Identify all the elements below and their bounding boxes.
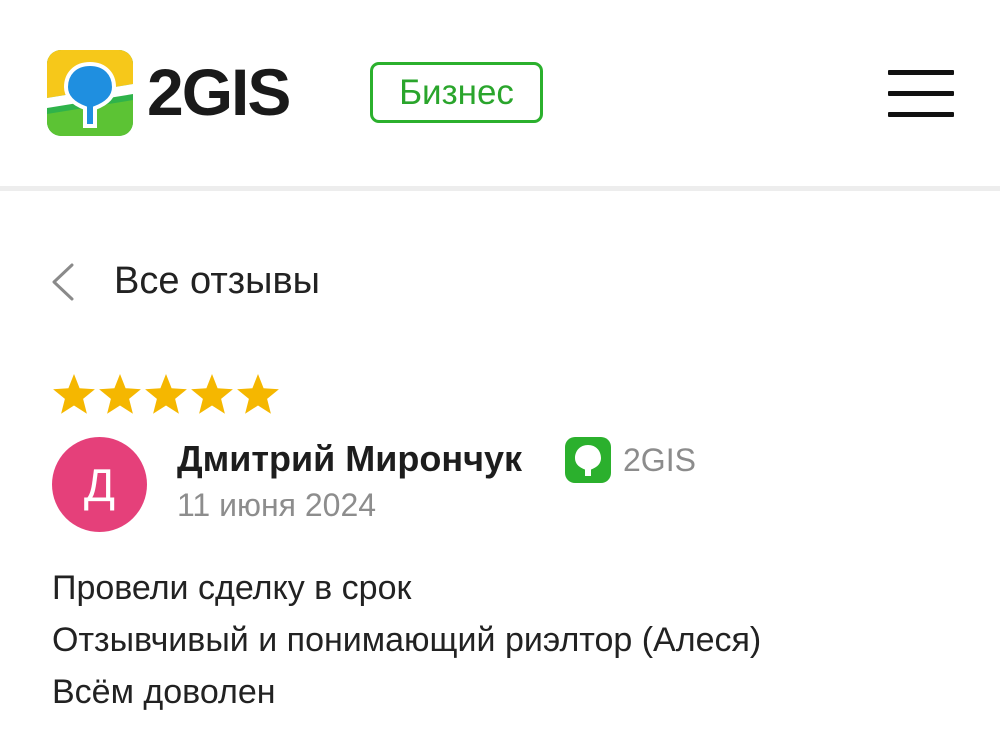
business-badge[interactable]: Бизнес	[370, 62, 543, 123]
chevron-left-icon	[52, 263, 74, 301]
2gis-logo-icon[interactable]	[47, 50, 133, 136]
menu-bar	[888, 70, 954, 75]
menu-bar	[888, 112, 954, 117]
star-icon	[145, 374, 187, 414]
hamburger-menu-icon[interactable]	[888, 70, 954, 118]
header-divider	[0, 186, 1000, 191]
star-rating	[52, 372, 280, 416]
star-icon	[237, 374, 279, 414]
menu-bar	[888, 91, 954, 96]
brand-name: 2GIS	[147, 55, 291, 129]
review-source-badge: 2GIS	[565, 437, 696, 483]
review-text-line: Провели сделку в срок	[52, 569, 412, 607]
back-link-label: Все отзывы	[114, 260, 320, 302]
app-header: 2GIS Бизнес	[0, 0, 1000, 186]
author-name[interactable]: Дмитрий Мирончук	[177, 436, 522, 482]
2gis-source-icon	[565, 437, 611, 483]
review-date: 11 июня 2024	[177, 487, 377, 523]
review-text-line: Отзывчивый и понимающий риэлтор (Алеся)	[52, 621, 762, 659]
star-icon	[191, 374, 233, 414]
star-icon	[53, 374, 95, 414]
back-to-all-reviews-link[interactable]: Все отзывы	[50, 255, 370, 307]
star-icon	[99, 374, 141, 414]
review-text-line: Всём доволен	[52, 673, 276, 711]
avatar[interactable]: Д	[52, 437, 147, 532]
review-source-label: 2GIS	[623, 441, 696, 478]
review-text: Провели сделку в срок Отзывчивый и поним…	[52, 562, 952, 718]
